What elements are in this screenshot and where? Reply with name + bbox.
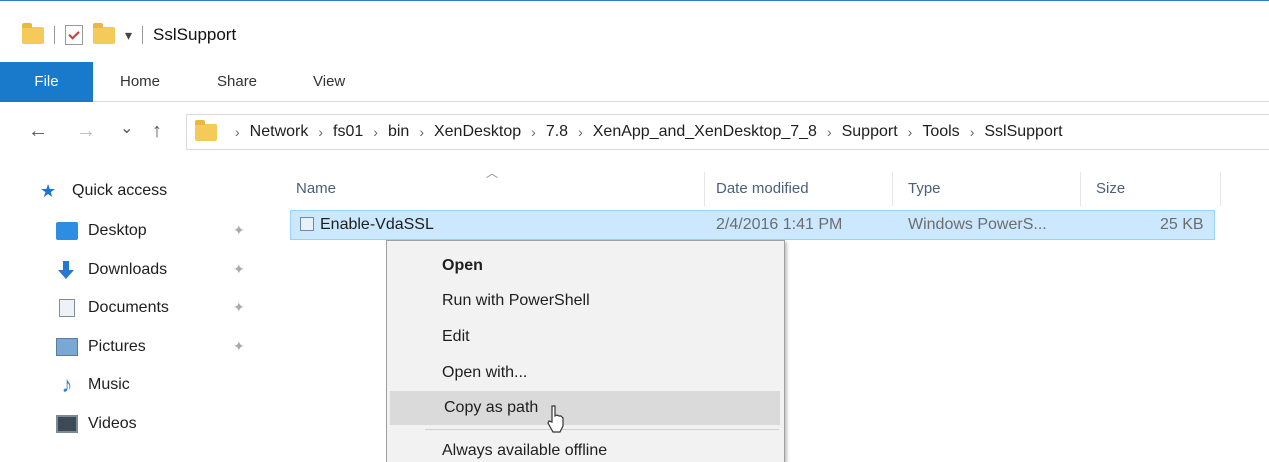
- breadcrumb-fs01[interactable]: fs01: [333, 123, 363, 141]
- menu-item-copy-as-path[interactable]: Copy as path: [390, 391, 780, 425]
- file-type: Windows PowerS...: [908, 216, 1047, 233]
- folder-icon[interactable]: [22, 22, 44, 44]
- sidebar-item-label: Music: [88, 376, 130, 393]
- toolbar-divider: [142, 26, 144, 44]
- column-header-date-modified[interactable]: Date modified: [716, 172, 809, 206]
- forward-button[interactable]: →: [76, 120, 96, 143]
- ribbon-tabs: File Home Share View: [0, 62, 1269, 102]
- sidebar-item-documents[interactable]: Documents: [56, 293, 169, 323]
- menu-item-label: Run with PowerShell: [442, 292, 590, 309]
- chevron-right-icon[interactable]: ›: [908, 124, 913, 140]
- chevron-right-icon[interactable]: ›: [235, 124, 240, 140]
- tab-home[interactable]: Home: [120, 62, 160, 102]
- tab-view[interactable]: View: [313, 62, 345, 102]
- column-header-size[interactable]: Size: [1096, 172, 1125, 206]
- toolbar-divider: [54, 26, 55, 44]
- file-name: Enable-VdaSSL: [320, 216, 434, 233]
- sidebar-item-label: Videos: [88, 415, 137, 432]
- breadcrumb-bin[interactable]: bin: [388, 123, 409, 141]
- pin-icon[interactable]: ✦: [233, 299, 245, 316]
- menu-item-label: Always available offline: [442, 442, 608, 459]
- up-button[interactable]: ↑: [152, 120, 162, 143]
- context-menu: Open Run with PowerShell Edit Open with.…: [386, 240, 785, 462]
- chevron-right-icon[interactable]: ›: [827, 124, 832, 140]
- sidebar-item-music[interactable]: ♪ Music: [56, 370, 130, 400]
- sidebar-item-label: Downloads: [88, 261, 168, 278]
- pin-icon[interactable]: ✦: [233, 338, 245, 355]
- chevron-right-icon[interactable]: ›: [970, 124, 975, 140]
- file-size: 25 KB: [1160, 216, 1204, 233]
- breadcrumb-xenapp[interactable]: XenApp_and_XenDesktop_7_8: [593, 123, 817, 141]
- column-divider[interactable]: [892, 172, 893, 206]
- address-row: ← → ⌄ ↑ › Network › fs01 › bin › XenDesk…: [0, 102, 1269, 164]
- sidebar-item-videos[interactable]: Videos: [56, 409, 137, 439]
- desktop-icon: [56, 222, 78, 240]
- window-title: SslSupport: [153, 25, 237, 44]
- hand-cursor-icon: [547, 405, 564, 433]
- chevron-right-icon[interactable]: ›: [318, 124, 323, 140]
- breadcrumb-7-8[interactable]: 7.8: [546, 123, 568, 141]
- sidebar-item-label: Pictures: [88, 338, 146, 355]
- recent-locations-button[interactable]: ⌄: [120, 118, 133, 138]
- file-date-modified: 2/4/2016 1:41 PM: [716, 216, 843, 233]
- column-divider[interactable]: [704, 172, 705, 206]
- customize-toolbar-dropdown[interactable]: ▾: [125, 27, 132, 44]
- back-button[interactable]: ←: [28, 120, 48, 143]
- new-folder-icon[interactable]: [93, 22, 115, 44]
- chevron-right-icon[interactable]: ›: [578, 124, 583, 140]
- sidebar-item-label: Quick access: [72, 182, 168, 199]
- sort-ascending-icon: ︿: [486, 166, 499, 180]
- breadcrumb-support[interactable]: Support: [842, 123, 898, 141]
- address-bar[interactable]: › Network › fs01 › bin › XenDesktop › 7.…: [186, 114, 1269, 150]
- videos-icon: [56, 415, 78, 433]
- sidebar-item-desktop[interactable]: Desktop: [56, 216, 147, 246]
- properties-icon[interactable]: [65, 25, 83, 45]
- pictures-icon: [56, 338, 78, 356]
- menu-separator: [425, 429, 779, 430]
- breadcrumb-sslsupport[interactable]: SslSupport: [984, 123, 1062, 141]
- menu-item-open-with[interactable]: Open with...: [388, 356, 783, 390]
- chevron-right-icon[interactable]: ›: [419, 124, 424, 140]
- folder-icon: [195, 119, 217, 141]
- menu-item-label: Edit: [442, 328, 470, 345]
- navigation-pane: ★ Quick access Desktop ✦ Downloads ✦ Doc…: [0, 164, 270, 462]
- downloads-icon: [56, 261, 78, 279]
- title-bar: ▾ SslSupport: [0, 0, 1269, 62]
- menu-item-label: Copy as path: [444, 399, 539, 416]
- column-divider[interactable]: [1080, 172, 1081, 206]
- column-header-type[interactable]: Type: [908, 172, 941, 206]
- menu-item-label: Open: [442, 257, 483, 274]
- column-header-name[interactable]: Name: [296, 172, 336, 206]
- menu-item-edit[interactable]: Edit: [388, 320, 783, 354]
- breadcrumb-network[interactable]: Network: [250, 123, 309, 141]
- chevron-right-icon[interactable]: ›: [531, 124, 536, 140]
- column-divider[interactable]: [1220, 172, 1221, 206]
- sidebar-item-downloads[interactable]: Downloads: [56, 255, 167, 285]
- pin-icon[interactable]: ✦: [233, 261, 245, 278]
- tab-file[interactable]: File: [0, 62, 93, 102]
- breadcrumb-tools[interactable]: Tools: [922, 123, 959, 141]
- breadcrumb-xendesktop[interactable]: XenDesktop: [434, 123, 521, 141]
- music-icon: ♪: [61, 372, 73, 397]
- sidebar-item-label: Documents: [88, 299, 169, 316]
- star-icon: ★: [40, 181, 57, 201]
- powershell-file-icon: [300, 217, 314, 231]
- menu-item-open[interactable]: Open: [388, 249, 783, 283]
- menu-item-run-with-powershell[interactable]: Run with PowerShell: [388, 284, 783, 318]
- quick-access-toolbar: ▾ SslSupport: [22, 22, 237, 45]
- pin-icon[interactable]: ✦: [233, 222, 245, 239]
- documents-icon: [59, 299, 75, 317]
- tab-share[interactable]: Share: [217, 62, 257, 102]
- sidebar-item-pictures[interactable]: Pictures: [56, 332, 146, 362]
- file-name-cell[interactable]: Enable-VdaSSL: [300, 214, 434, 236]
- sidebar-item-label: Desktop: [88, 222, 147, 239]
- menu-item-label: Open with...: [442, 364, 528, 381]
- menu-item-always-available-offline[interactable]: Always available offline: [388, 434, 783, 462]
- sidebar-item-quick-access[interactable]: ★ Quick access: [40, 176, 167, 206]
- chevron-right-icon[interactable]: ›: [373, 124, 378, 140]
